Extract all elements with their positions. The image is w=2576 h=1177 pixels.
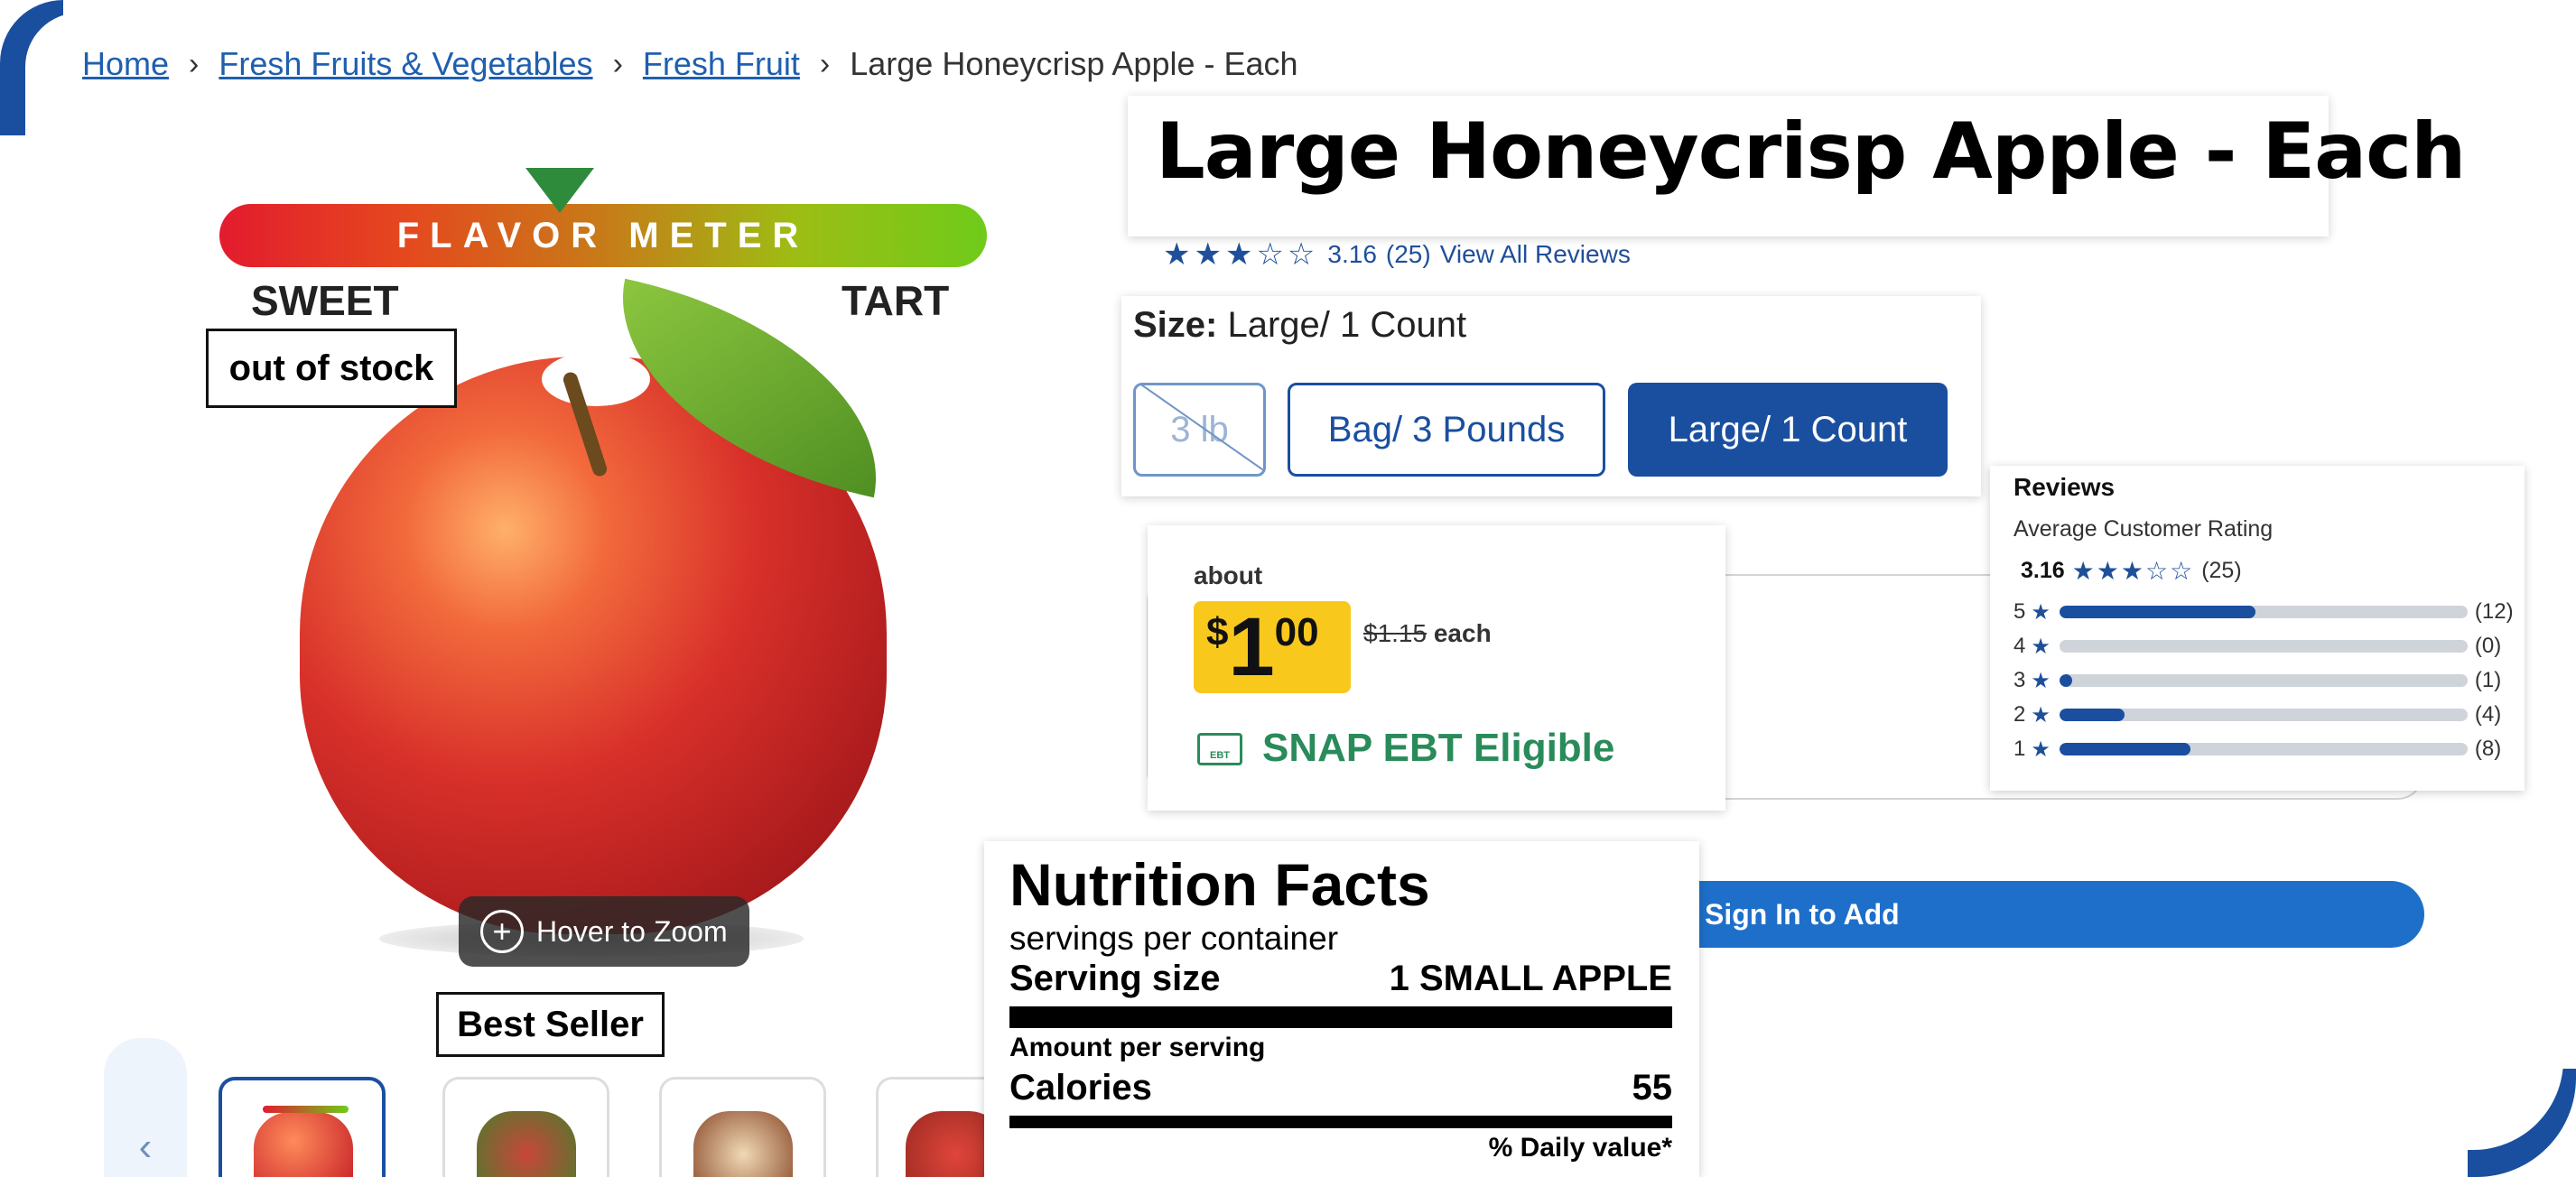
calories-value: 55 <box>1632 1068 1673 1107</box>
rating-row-count: (0) <box>2474 634 2502 658</box>
best-seller-badge: Best Seller <box>436 992 665 1057</box>
reviews-stars-icon: ★★★☆☆ <box>2071 557 2195 585</box>
breadcrumb-link-home[interactable]: Home <box>82 45 169 83</box>
price-dollars: 1 <box>1228 601 1275 693</box>
reviews-subtitle: Average Customer Rating <box>2013 516 2274 542</box>
size-label-title: Size: <box>1133 305 1218 345</box>
breadcrumb-separator: › <box>819 46 831 81</box>
rating-row-4[interactable]: 4 ★ (0) <box>2013 633 2515 660</box>
flavor-meter-label: FLAVOR METER <box>396 215 810 255</box>
reviews-count: (25) <box>2201 558 2242 583</box>
amount-per-serving-label: Amount per serving <box>1009 1033 1266 1062</box>
rating-stars-icon: ★★★☆☆ <box>1163 237 1319 272</box>
snap-ebt-eligible-label: SNAP EBT Eligible <box>1262 726 1615 770</box>
view-all-reviews-link[interactable]: View All Reviews <box>1440 240 1631 269</box>
star-icon: ★ <box>2031 737 2051 762</box>
rating-row-stars: 5 <box>2013 599 2026 624</box>
rating-row-count: (8) <box>2474 737 2502 761</box>
flavor-sweet-label: SWEET <box>251 277 399 324</box>
thumbnail-3[interactable] <box>659 1077 826 1177</box>
thumbnail-meter <box>263 1106 349 1113</box>
size-option-label: 3 lb <box>1170 409 1229 449</box>
serving-size-label: Serving size <box>1009 959 1221 998</box>
star-icon: ★ <box>2031 599 2051 625</box>
corner-mask-top-left <box>25 13 134 193</box>
calories-label: Calories <box>1009 1068 1152 1107</box>
chevron-left-icon: ‹ <box>138 1125 153 1169</box>
serving-size-value: 1 SMALL APPLE <box>1389 959 1672 998</box>
reviews-title: Reviews <box>2013 473 2116 501</box>
hover-to-zoom-hint[interactable]: + Hover to Zoom <box>459 896 749 967</box>
reviews-average-value: 3.16 <box>2021 558 2065 583</box>
apple-top-dip <box>542 352 650 406</box>
breadcrumb-link-fresh-fruits-vegetables[interactable]: Fresh Fruits & Vegetables <box>219 45 592 83</box>
flavor-meter-pointer-icon <box>525 168 594 213</box>
rating-bar-track <box>2059 606 2468 618</box>
star-icon: ★ <box>2031 702 2051 728</box>
rating-bar-track <box>2059 674 2468 687</box>
product-rating: ★★★☆☆ 3.16 (25) View All Reviews <box>1163 236 1631 273</box>
breadcrumb-link-fresh-fruit[interactable]: Fresh Fruit <box>643 45 800 83</box>
rating-row-5[interactable]: 5 ★ (12) <box>2013 598 2515 626</box>
size-option-3lb[interactable]: 3 lb <box>1133 383 1266 477</box>
rating-row-stars: 3 <box>2013 668 2026 692</box>
rating-bar-track <box>2059 709 2468 721</box>
rating-bar-fill <box>2059 674 2072 687</box>
rating-value: 3.16 <box>1327 240 1377 268</box>
thumbnail-1[interactable] <box>219 1077 386 1177</box>
rating-row-stars: 1 <box>2013 737 2026 761</box>
rating-bar-track <box>2059 640 2468 653</box>
original-price: $1.15 <box>1363 619 1427 647</box>
rating-row-stars: 2 <box>2013 702 2026 727</box>
rating-bar-fill <box>2059 743 2190 755</box>
rating-row-count: (12) <box>2474 599 2514 624</box>
thumbnail-image <box>693 1111 793 1177</box>
rating-row-3[interactable]: 3 ★ (1) <box>2013 667 2515 694</box>
thumbnail-4[interactable] <box>876 1077 1002 1177</box>
thumbnail-image <box>477 1111 576 1177</box>
breadcrumb-separator: › <box>612 46 623 81</box>
star-icon: ★ <box>2031 634 2051 659</box>
price-tag: $ 1 00 <box>1194 601 1351 693</box>
star-icon: ★ <box>2031 668 2051 693</box>
rating-count: (25) <box>1385 240 1431 268</box>
daily-value-header: % Daily value* <box>1488 1133 1672 1163</box>
size-option-bag-3-pounds[interactable]: Bag/ 3 Pounds <box>1288 383 1605 477</box>
rating-row-2[interactable]: 2 ★ (4) <box>2013 701 2515 728</box>
rating-row-count: (4) <box>2474 702 2502 727</box>
thumbnail-prev-button[interactable]: ‹ <box>104 1038 187 1177</box>
sign-in-to-add-button[interactable]: Sign In to Add <box>1679 881 2424 948</box>
thumbnail-image <box>254 1112 353 1177</box>
rating-bar-fill <box>2059 606 2255 618</box>
breadcrumb: Home › Fresh Fruits & Vegetables › Fresh… <box>82 45 1298 83</box>
nutrition-divider-medium <box>1009 1116 1672 1128</box>
size-label: Size: Large/ 1 Count <box>1133 305 1466 346</box>
nutrition-title: Nutrition Facts <box>1009 851 1430 918</box>
price-currency: $ <box>1206 610 1229 654</box>
size-selected-value: Large/ 1 Count <box>1227 305 1467 345</box>
reviews-average: 3.16 ★★★☆☆ (25) <box>2021 556 2242 586</box>
thumbnail-2[interactable] <box>442 1077 609 1177</box>
rating-bar-track <box>2059 743 2468 755</box>
hover-to-zoom-label: Hover to Zoom <box>536 914 728 948</box>
product-title: Large Honeycrisp Apple - Each <box>1156 107 2466 197</box>
breadcrumb-current: Large Honeycrisp Apple - Each <box>850 45 1298 82</box>
rating-row-1[interactable]: 1 ★ (8) <box>2013 736 2515 763</box>
flavor-tart-label: TART <box>842 277 950 324</box>
rating-bar-fill <box>2059 709 2125 721</box>
price-about-label: about <box>1194 561 1263 589</box>
size-option-large-1-count[interactable]: Large/ 1 Count <box>1628 383 1948 477</box>
nutrition-servings: servings per container <box>1009 920 1339 957</box>
rating-row-stars: 4 <box>2013 634 2026 658</box>
price-was: $1.15 each <box>1363 619 1492 648</box>
breadcrumb-separator: › <box>189 46 200 81</box>
snap-ebt-card-icon: EBT <box>1197 733 1242 765</box>
out-of-stock-badge: out of stock <box>206 329 457 408</box>
price-cents: 00 <box>1274 610 1319 654</box>
zoom-plus-icon: + <box>480 910 524 953</box>
nutrition-divider-thick <box>1009 1006 1672 1028</box>
rating-row-count: (1) <box>2474 668 2502 692</box>
price-unit: each <box>1433 619 1492 647</box>
corner-mask-bottom-right <box>2383 969 2563 1150</box>
